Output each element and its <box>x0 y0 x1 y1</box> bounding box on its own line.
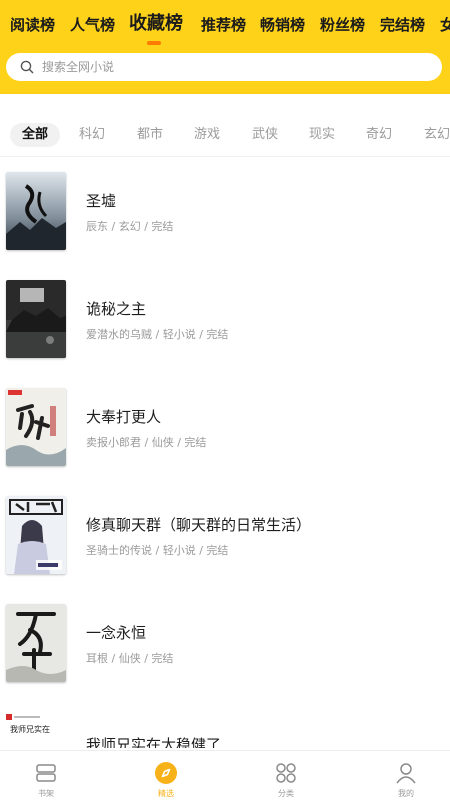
tab-label: 我的 <box>398 789 414 798</box>
category-urban[interactable]: 都市 <box>137 123 163 147</box>
tab-featured[interactable]: 精选 <box>136 761 196 799</box>
book-item[interactable]: 一念永恒 耳根 / 仙侠 / 完结 <box>0 604 450 694</box>
tab-label: 书架 <box>38 789 54 798</box>
search-input[interactable] <box>42 60 402 74</box>
tab-category[interactable]: 分类 <box>256 761 316 799</box>
book-title: 诡秘之主 <box>86 300 147 318</box>
category-xuanhuan[interactable]: 玄幻 <box>424 123 450 147</box>
search-bar[interactable] <box>6 53 442 81</box>
category-fantasy[interactable]: 奇幻 <box>366 123 392 147</box>
book-item[interactable]: 我师兄实在 我师兄实在太稳健了 <box>0 712 450 748</box>
category-icon <box>276 763 296 783</box>
rank-tab-favorites[interactable]: 收藏榜 <box>129 12 183 36</box>
book-title: 大奉打更人 <box>86 408 162 426</box>
book-cover <box>6 388 66 466</box>
book-item[interactable]: 诡秘之主 爱潜水的乌贼 / 轻小说 / 完结 <box>0 280 450 370</box>
category-divider <box>0 156 450 157</box>
bottom-tab-bar: 书架 精选 分类 我的 <box>0 750 450 801</box>
bookshelf-icon <box>36 764 56 782</box>
tab-profile[interactable]: 我的 <box>376 761 436 799</box>
category-filter: 全部 科幻 都市 游戏 武侠 现实 奇幻 玄幻 <box>0 118 450 152</box>
book-cover <box>6 496 66 574</box>
top-header: 阅读榜 人气榜 收藏榜 推荐榜 畅销榜 粉丝榜 完结榜 女 <box>0 0 450 94</box>
book-cover: 我师兄实在 <box>6 712 66 748</box>
rank-tab-popularity[interactable]: 人气榜 <box>70 14 115 36</box>
book-title: 圣墟 <box>86 192 117 210</box>
category-all[interactable]: 全部 <box>10 123 61 147</box>
category-realistic[interactable]: 现实 <box>309 123 335 147</box>
category-wuxia[interactable]: 武侠 <box>252 123 278 147</box>
book-cover-text: 我师兄实在 <box>10 725 50 734</box>
book-item[interactable]: 圣墟 辰东 / 玄幻 / 完结 <box>0 172 450 262</box>
featured-icon <box>155 762 177 784</box>
book-title: 一念永恒 <box>86 624 147 642</box>
search-icon <box>20 60 34 74</box>
rank-tab-recommend[interactable]: 推荐榜 <box>201 14 246 36</box>
book-meta: 爱潜水的乌贼 / 轻小说 / 完结 <box>86 328 229 341</box>
tab-label: 精选 <box>158 789 174 798</box>
active-tab-indicator <box>147 41 161 45</box>
book-cover <box>6 604 66 682</box>
user-icon <box>396 763 416 784</box>
rank-tab-completed[interactable]: 完结榜 <box>380 14 425 36</box>
category-scifi[interactable]: 科幻 <box>79 123 105 147</box>
tab-label: 分类 <box>278 789 294 798</box>
book-meta: 耳根 / 仙侠 / 完结 <box>86 652 174 665</box>
book-meta: 卖报小郎君 / 仙侠 / 完结 <box>86 436 207 449</box>
rank-tab-reading[interactable]: 阅读榜 <box>10 14 55 36</box>
book-item[interactable]: 修真聊天群（聊天群的日常生活） 圣骑士的传说 / 轻小说 / 完结 <box>0 496 450 586</box>
book-title: 修真聊天群（聊天群的日常生活） <box>86 516 312 534</box>
rank-tab-female[interactable]: 女 <box>440 14 450 36</box>
book-cover <box>6 172 66 250</box>
book-cover <box>6 280 66 358</box>
book-meta: 圣骑士的传说 / 轻小说 / 完结 <box>86 544 229 557</box>
rank-tab-bestseller[interactable]: 畅销榜 <box>260 14 305 36</box>
book-meta: 辰东 / 玄幻 / 完结 <box>86 220 174 233</box>
book-item[interactable]: 大奉打更人 卖报小郎君 / 仙侠 / 完结 <box>0 388 450 478</box>
rank-tabs: 阅读榜 人气榜 收藏榜 推荐榜 畅销榜 粉丝榜 完结榜 女 <box>0 8 450 48</box>
rank-tab-fans[interactable]: 粉丝榜 <box>320 14 365 36</box>
tab-bookshelf[interactable]: 书架 <box>16 761 76 799</box>
category-game[interactable]: 游戏 <box>194 123 220 147</box>
book-title: 我师兄实在太稳健了 <box>86 736 222 748</box>
